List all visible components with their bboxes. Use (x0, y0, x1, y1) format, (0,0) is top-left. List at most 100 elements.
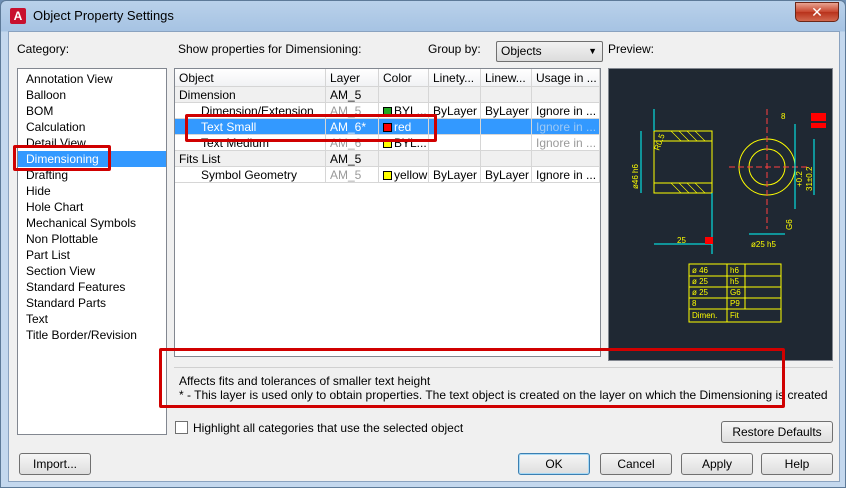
group-by-label: Group by: (428, 42, 481, 56)
close-icon: ✕ (811, 4, 823, 20)
cell-text: Ignore in ... (536, 120, 597, 134)
table-cell-usage: Ignore in ... (532, 119, 600, 135)
table-cell-usage: Ignore in ... (532, 167, 600, 183)
category-item-section-view[interactable]: Section View (18, 263, 166, 279)
fits-cell: P9 (730, 299, 740, 308)
ok-button[interactable]: OK (518, 453, 590, 475)
table-cell-linetype: ByLayer (429, 167, 481, 183)
category-item-text[interactable]: Text (18, 311, 166, 327)
callout-dimensioning (13, 145, 111, 171)
category-item-standard-features[interactable]: Standard Features (18, 279, 166, 295)
table-cell-layer: AM_5 (326, 87, 379, 103)
table-cell-object: Fits List (175, 151, 326, 167)
column-header[interactable]: Linew... (481, 69, 532, 87)
column-header[interactable]: Color (379, 69, 429, 87)
cell-text: ByLayer (433, 168, 478, 182)
table-cell-usage: Ignore in ... (532, 103, 600, 119)
cell-text: Dimension (179, 88, 236, 102)
fits-cell: ø 25 (692, 288, 709, 297)
dim-radius-text: R0.5 (652, 132, 666, 151)
cell-text: Ignore in ... (536, 104, 597, 118)
group-by-dropdown[interactable]: Objects ▼ (496, 41, 603, 62)
import-button[interactable]: Import... (19, 453, 91, 475)
fits-cell: Dimen. (692, 311, 717, 320)
dim-diameter-text: ø46 h6 (631, 164, 640, 189)
cancel-button[interactable]: Cancel (600, 453, 672, 475)
category-item-annotation-view[interactable]: Annotation View (18, 71, 166, 87)
table-row[interactable]: Fits List AM_5 (175, 151, 600, 167)
table-cell-layer: AM_5 (326, 151, 379, 167)
fits-cell: 8 (692, 299, 697, 308)
table-cell-lineweight (481, 135, 532, 151)
cell-text: AM_5 (330, 152, 362, 166)
chevron-down-icon: ▼ (588, 46, 597, 56)
callout-text-small (185, 114, 437, 142)
title-bar[interactable]: A Object Property Settings ✕ (1, 1, 845, 31)
cell-text: ByLayer (485, 168, 530, 182)
category-item-part-list[interactable]: Part List (18, 247, 166, 263)
preview-pane: ø46 h6 R0.5 25 8 +0.2 31±0.2 G6 ø25 h5 ø… (608, 68, 833, 361)
table-header: Object Layer Color Linety... Linew... Usage i… (175, 69, 600, 87)
table-cell-linetype (429, 151, 481, 167)
autocad-app-icon: A (10, 8, 26, 24)
dialog-window: A Object Property Settings ✕ Category: S… (0, 0, 846, 488)
table-cell-object: Dimension (175, 87, 326, 103)
category-item-balloon[interactable]: Balloon (18, 87, 166, 103)
column-header[interactable]: Linety... (429, 69, 481, 87)
cell-text: Ignore in ... (536, 168, 597, 182)
category-list[interactable]: Annotation View Balloon BOM Calculation Deta… (17, 68, 167, 435)
table-cell-lineweight (481, 151, 532, 167)
fits-cell: h6 (730, 266, 739, 275)
fits-cell: G6 (730, 288, 741, 297)
dim-plus-text: +0.2 (795, 171, 804, 187)
table-cell-lineweight (481, 119, 532, 135)
red-marker (705, 237, 713, 244)
column-header[interactable]: Layer (326, 69, 379, 87)
cell-text: ByLayer (433, 104, 478, 118)
cell-text: Ignore in ... (536, 136, 597, 150)
group-by-value: Objects (501, 44, 542, 58)
window-title: Object Property Settings (33, 8, 174, 23)
table-cell-color (379, 151, 429, 167)
category-item-hole-chart[interactable]: Hole Chart (18, 199, 166, 215)
category-item-bom[interactable]: BOM (18, 103, 166, 119)
properties-table[interactable]: Object Layer Color Linety... Linew... Usage i… (174, 68, 601, 357)
dim-25h5-text: ø25 h5 (751, 240, 776, 249)
column-header[interactable]: Usage in ... (532, 69, 600, 87)
highlight-checkbox[interactable] (175, 421, 188, 434)
dialog-body: Category: Show properties for Dimensioni… (8, 31, 840, 482)
fits-cell: Fit (730, 311, 740, 320)
category-item-title-border-revision[interactable]: Title Border/Revision (18, 327, 166, 343)
callout-description (159, 348, 785, 408)
fits-cell: ø 25 (692, 277, 709, 286)
table-cell-linetype (429, 87, 481, 103)
fits-cell: h5 (730, 277, 739, 286)
table-row[interactable]: Dimension AM_5 (175, 87, 600, 103)
apply-button[interactable]: Apply (681, 453, 753, 475)
highlight-checkbox-label[interactable]: Highlight all categories that use the se… (193, 421, 463, 435)
column-header[interactable]: Object (175, 69, 326, 87)
table-row[interactable]: Symbol Geometry AM_5 yellow ByLayer ByLayer I… (175, 167, 600, 183)
cell-text: ByLayer (485, 104, 530, 118)
dim-25-text: 25 (677, 236, 686, 245)
table-cell-usage (532, 87, 600, 103)
table-cell-lineweight (481, 87, 532, 103)
help-button[interactable]: Help (761, 453, 833, 475)
show-properties-label: Show properties for Dimensioning: (178, 42, 362, 56)
dim-8-text: 8 (781, 112, 786, 121)
close-button[interactable]: ✕ (795, 2, 839, 22)
category-item-standard-parts[interactable]: Standard Parts (18, 295, 166, 311)
preview-label: Preview: (608, 42, 655, 56)
category-label: Category: (17, 42, 70, 56)
category-item-non-plottable[interactable]: Non Plottable (18, 231, 166, 247)
table-cell-object: Symbol Geometry (175, 167, 326, 183)
category-item-hide[interactable]: Hide (18, 183, 166, 199)
dim-31-text: 31±0.2 (805, 166, 814, 191)
restore-defaults-button[interactable]: Restore Defaults (721, 421, 833, 443)
table-cell-color (379, 87, 429, 103)
table-cell-lineweight: ByLayer (481, 103, 532, 119)
category-item-calculation[interactable]: Calculation (18, 119, 166, 135)
cell-text: yellow (394, 168, 428, 182)
category-item-mechanical-symbols[interactable]: Mechanical Symbols (18, 215, 166, 231)
table-cell-lineweight: ByLayer (481, 167, 532, 183)
